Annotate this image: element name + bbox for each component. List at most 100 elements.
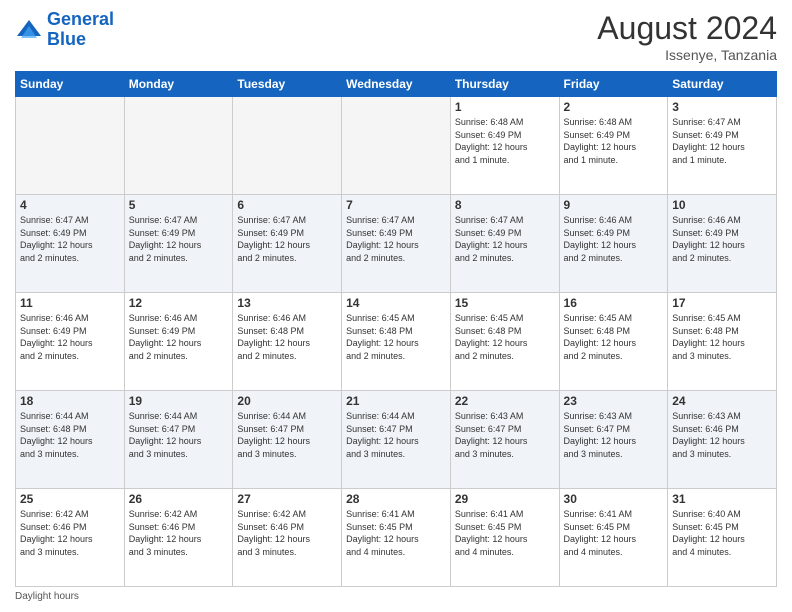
day-number: 26 (129, 492, 229, 506)
day-number: 31 (672, 492, 772, 506)
day-info: Sunrise: 6:41 AM Sunset: 6:45 PM Dayligh… (455, 508, 555, 558)
header: General Blue August 2024 Issenye, Tanzan… (15, 10, 777, 63)
logo-icon (15, 16, 43, 44)
day-info: Sunrise: 6:43 AM Sunset: 6:47 PM Dayligh… (564, 410, 664, 460)
col-header-sunday: Sunday (16, 72, 125, 97)
col-header-friday: Friday (559, 72, 668, 97)
month-title: August 2024 (597, 10, 777, 47)
calendar-week-row: 1 Sunrise: 6:48 AM Sunset: 6:49 PM Daylig… (16, 97, 777, 195)
day-info: Sunrise: 6:44 AM Sunset: 6:47 PM Dayligh… (237, 410, 337, 460)
calendar-cell: 13Sunrise: 6:46 AM Sunset: 6:48 PM Dayli… (233, 293, 342, 391)
calendar-cell: 23 Sunrise: 6:43 AM Sunset: 6:47 PM Dayli… (559, 391, 668, 489)
calendar-cell: 22 Sunrise: 6:43 AM Sunset: 6:47 PM Dayli… (450, 391, 559, 489)
title-block: August 2024 Issenye, Tanzania (597, 10, 777, 63)
day-number: 10 (672, 198, 772, 212)
logo: General Blue (15, 10, 114, 50)
calendar-cell: 16 Sunrise: 6:45 AM Sunset: 6:48 PM Dayli… (559, 293, 668, 391)
day-info: Sunrise: 6:40 AM Sunset: 6:45 PM Dayligh… (672, 508, 772, 558)
page: General Blue August 2024 Issenye, Tanzan… (0, 0, 792, 612)
day-info: Sunrise: 6:47 AM Sunset: 6:49 PM Dayligh… (672, 116, 772, 166)
calendar-cell (233, 97, 342, 195)
day-info: Sunrise: 6:47 AM Sunset: 6:49 PM Dayligh… (346, 214, 446, 264)
calendar-cell: 7 Sunrise: 6:47 AM Sunset: 6:49 PM Daylig… (342, 195, 451, 293)
col-header-tuesday: Tuesday (233, 72, 342, 97)
calendar-cell: 11 Sunrise: 6:46 AM Sunset: 6:49 PM Dayli… (16, 293, 125, 391)
day-number: 17 (672, 296, 772, 310)
day-info: Sunrise: 6:46 AM Sunset: 6:49 PM Dayligh… (564, 214, 664, 264)
logo-line1: General (47, 9, 114, 29)
day-number: 9 (564, 198, 664, 212)
day-info: Sunrise: 6:45 AM Sunset: 6:48 PM Dayligh… (564, 312, 664, 362)
day-info: Sunrise: 6:47 AM Sunset: 6:49 PM Dayligh… (455, 214, 555, 264)
calendar-cell (16, 97, 125, 195)
day-info: Sunrise: 6:41 AM Sunset: 6:45 PM Dayligh… (564, 508, 664, 558)
day-number: 30 (564, 492, 664, 506)
day-number: 15 (455, 296, 555, 310)
day-number: 24 (672, 394, 772, 408)
day-number: 18 (20, 394, 120, 408)
calendar-cell: 28Sunrise: 6:41 AM Sunset: 6:45 PM Dayli… (342, 489, 451, 587)
day-number: 3 (672, 100, 772, 114)
day-info: Sunrise: 6:45 AM Sunset: 6:48 PM Dayligh… (346, 312, 446, 362)
day-info: Sunrise: 6:44 AM Sunset: 6:47 PM Dayligh… (129, 410, 229, 460)
col-header-thursday: Thursday (450, 72, 559, 97)
calendar-cell: 21 Sunrise: 6:44 AM Sunset: 6:47 PM Dayli… (342, 391, 451, 489)
day-number: 20 (237, 394, 337, 408)
day-number: 6 (237, 198, 337, 212)
calendar-cell: 8 Sunrise: 6:47 AM Sunset: 6:49 PM Daylig… (450, 195, 559, 293)
day-number: 22 (455, 394, 555, 408)
day-number: 2 (564, 100, 664, 114)
day-number: 16 (564, 296, 664, 310)
calendar-cell: 25 Sunrise: 6:42 AM Sunset: 6:46 PM Dayli… (16, 489, 125, 587)
day-number: 21 (346, 394, 446, 408)
day-info: Sunrise: 6:45 AM Sunset: 6:48 PM Dayligh… (455, 312, 555, 362)
calendar-week-row: 18Sunrise: 6:44 AM Sunset: 6:48 PM Dayli… (16, 391, 777, 489)
calendar-cell: 15 Sunrise: 6:45 AM Sunset: 6:48 PM Dayli… (450, 293, 559, 391)
day-number: 14 (346, 296, 446, 310)
calendar-cell: 29 Sunrise: 6:41 AM Sunset: 6:45 PM Dayli… (450, 489, 559, 587)
day-number: 1 (455, 100, 555, 114)
calendar-cell: 31 Sunrise: 6:40 AM Sunset: 6:45 PM Dayli… (668, 489, 777, 587)
calendar-cell: 18Sunrise: 6:44 AM Sunset: 6:48 PM Dayli… (16, 391, 125, 489)
day-info: Sunrise: 6:41 AM Sunset: 6:45 PM Dayligh… (346, 508, 446, 558)
day-info: Sunrise: 6:47 AM Sunset: 6:49 PM Dayligh… (20, 214, 120, 264)
day-info: Sunrise: 6:47 AM Sunset: 6:49 PM Dayligh… (129, 214, 229, 264)
calendar-cell: 1 Sunrise: 6:48 AM Sunset: 6:49 PM Daylig… (450, 97, 559, 195)
day-number: 25 (20, 492, 120, 506)
day-info: Sunrise: 6:42 AM Sunset: 6:46 PM Dayligh… (129, 508, 229, 558)
day-number: 4 (20, 198, 120, 212)
location: Issenye, Tanzania (597, 47, 777, 63)
calendar-cell: 20 Sunrise: 6:44 AM Sunset: 6:47 PM Dayli… (233, 391, 342, 489)
day-number: 7 (346, 198, 446, 212)
calendar-cell: 19Sunrise: 6:44 AM Sunset: 6:47 PM Dayli… (124, 391, 233, 489)
day-number: 8 (455, 198, 555, 212)
calendar-cell (124, 97, 233, 195)
calendar-cell: 3 Sunrise: 6:47 AM Sunset: 6:49 PM Daylig… (668, 97, 777, 195)
calendar-cell (342, 97, 451, 195)
day-number: 29 (455, 492, 555, 506)
calendar-header-row: SundayMondayTuesdayWednesdayThursdayFrid… (16, 72, 777, 97)
calendar-cell: 14 Sunrise: 6:45 AM Sunset: 6:48 PM Dayli… (342, 293, 451, 391)
logo-text: General Blue (47, 10, 114, 50)
day-info: Sunrise: 6:46 AM Sunset: 6:49 PM Dayligh… (20, 312, 120, 362)
day-info: Sunrise: 6:48 AM Sunset: 6:49 PM Dayligh… (564, 116, 664, 166)
day-number: 23 (564, 394, 664, 408)
calendar-cell: 24Sunrise: 6:43 AM Sunset: 6:46 PM Dayli… (668, 391, 777, 489)
day-number: 11 (20, 296, 120, 310)
calendar-cell: 2 Sunrise: 6:48 AM Sunset: 6:49 PM Daylig… (559, 97, 668, 195)
col-header-saturday: Saturday (668, 72, 777, 97)
calendar-cell: 9 Sunrise: 6:46 AM Sunset: 6:49 PM Daylig… (559, 195, 668, 293)
calendar-cell: 30 Sunrise: 6:41 AM Sunset: 6:45 PM Dayli… (559, 489, 668, 587)
calendar-cell: 10Sunrise: 6:46 AM Sunset: 6:49 PM Dayli… (668, 195, 777, 293)
day-info: Sunrise: 6:47 AM Sunset: 6:49 PM Dayligh… (237, 214, 337, 264)
day-info: Sunrise: 6:45 AM Sunset: 6:48 PM Dayligh… (672, 312, 772, 362)
calendar: SundayMondayTuesdayWednesdayThursdayFrid… (15, 71, 777, 587)
calendar-week-row: 11 Sunrise: 6:46 AM Sunset: 6:49 PM Dayli… (16, 293, 777, 391)
day-info: Sunrise: 6:43 AM Sunset: 6:47 PM Dayligh… (455, 410, 555, 460)
footer: Daylight hours (15, 591, 777, 602)
day-number: 13 (237, 296, 337, 310)
day-info: Sunrise: 6:44 AM Sunset: 6:47 PM Dayligh… (346, 410, 446, 460)
col-header-wednesday: Wednesday (342, 72, 451, 97)
day-info: Sunrise: 6:42 AM Sunset: 6:46 PM Dayligh… (20, 508, 120, 558)
day-info: Sunrise: 6:48 AM Sunset: 6:49 PM Dayligh… (455, 116, 555, 166)
